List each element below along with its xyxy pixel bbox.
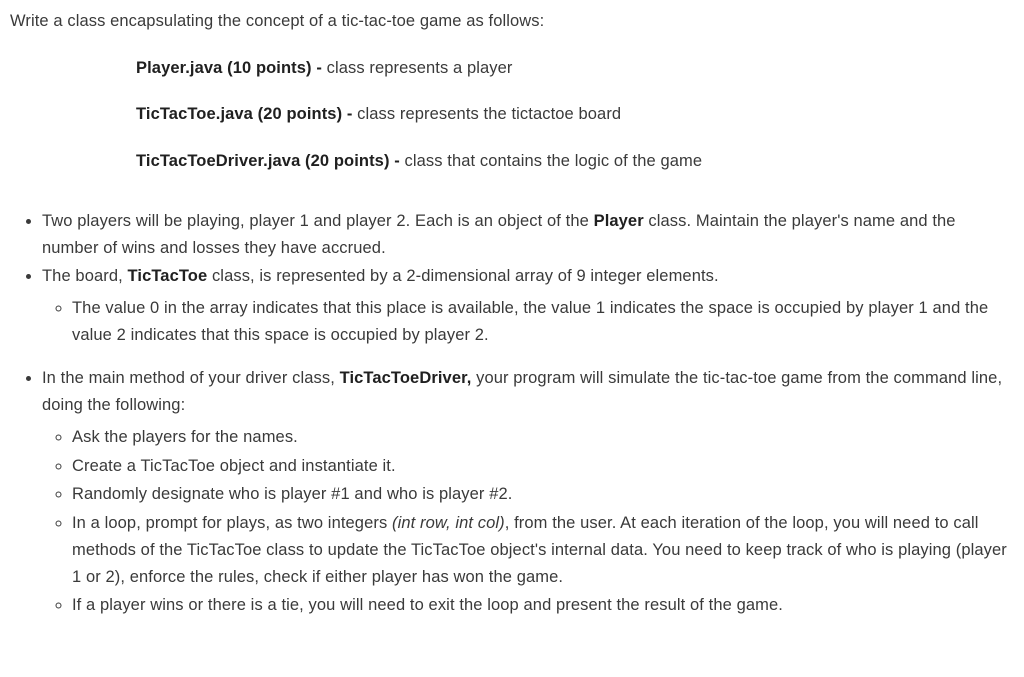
text: Randomly designate who is player #1 and … bbox=[72, 485, 512, 503]
bold-text: TicTacToeDriver, bbox=[340, 369, 472, 387]
spacer bbox=[10, 354, 1014, 364]
text: If a player wins or there is a tie, you … bbox=[72, 596, 783, 614]
file-title: Player.java (10 points) - bbox=[136, 59, 327, 77]
list-item: If a player wins or there is a tie, you … bbox=[72, 591, 1014, 620]
text: In a loop, prompt for plays, as two inte… bbox=[72, 514, 392, 532]
text: In the main method of your driver class, bbox=[42, 369, 340, 387]
file-desc: class that contains the logic of the gam… bbox=[405, 152, 703, 170]
document-page: Write a class encapsulating the concept … bbox=[0, 0, 1024, 677]
text: The value 0 in the array indicates that … bbox=[72, 299, 988, 344]
sub-list: The value 0 in the array indicates that … bbox=[42, 294, 1014, 349]
list-item: The value 0 in the array indicates that … bbox=[72, 294, 1014, 349]
text: The board, bbox=[42, 267, 128, 285]
text: class, is represented by a 2-dimensional… bbox=[207, 267, 718, 285]
text: Create a TicTacToe object and instantiat… bbox=[72, 457, 396, 475]
file-item: Player.java (10 points) - class represen… bbox=[136, 45, 1014, 92]
text: Ask the players for the names. bbox=[72, 428, 298, 446]
bold-text: TicTacToe bbox=[128, 267, 208, 285]
list-item: Randomly designate who is player #1 and … bbox=[72, 480, 1014, 509]
requirements-list-2: In the main method of your driver class,… bbox=[10, 364, 1014, 624]
intro-text: Write a class encapsulating the concept … bbox=[10, 8, 1014, 35]
list-item: The board, TicTacToe class, is represent… bbox=[42, 262, 1014, 354]
list-item: In a loop, prompt for plays, as two inte… bbox=[72, 509, 1014, 591]
italic-text: (int row, int col) bbox=[392, 514, 505, 532]
file-item: TicTacToeDriver.java (20 points) - class… bbox=[136, 138, 1014, 185]
bold-text: Player bbox=[594, 212, 644, 230]
list-item: Create a TicTacToe object and instantiat… bbox=[72, 452, 1014, 481]
file-item: TicTacToe.java (20 points) - class repre… bbox=[136, 91, 1014, 138]
file-list: Player.java (10 points) - class represen… bbox=[10, 45, 1014, 185]
list-item: Two players will be playing, player 1 an… bbox=[42, 207, 1014, 262]
file-desc: class represents a player bbox=[327, 59, 513, 77]
file-title: TicTacToeDriver.java (20 points) - bbox=[136, 152, 405, 170]
text: Two players will be playing, player 1 an… bbox=[42, 212, 594, 230]
sub-list: Ask the players for the names. Create a … bbox=[42, 423, 1014, 620]
list-item: In the main method of your driver class,… bbox=[42, 364, 1014, 624]
file-desc: class represents the tictactoe board bbox=[357, 105, 621, 123]
list-item: Ask the players for the names. bbox=[72, 423, 1014, 452]
file-title: TicTacToe.java (20 points) - bbox=[136, 105, 357, 123]
requirements-list: Two players will be playing, player 1 an… bbox=[10, 207, 1014, 355]
